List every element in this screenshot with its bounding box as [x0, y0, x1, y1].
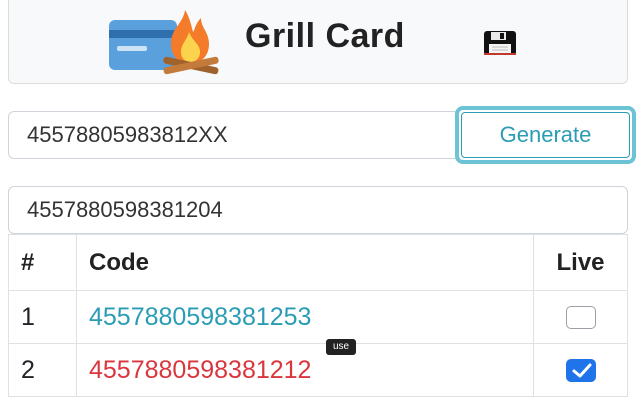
table-header-row: # Code Live	[8, 234, 628, 291]
table-row: 2 4557880598381212	[8, 343, 628, 397]
generated-card-input[interactable]	[8, 186, 628, 234]
header-number: #	[8, 234, 77, 291]
table-row: 1 4557880598381253	[8, 290, 628, 344]
live-checkbox[interactable]	[565, 306, 596, 330]
use-tooltip: use	[326, 339, 357, 355]
header-live: Live	[533, 234, 628, 291]
app-title: Grill Card	[245, 17, 405, 55]
card-code[interactable]: 4557880598381253	[76, 290, 534, 344]
header-code: Code	[76, 234, 534, 291]
row-number: 2	[8, 343, 77, 397]
credit-card-campfire-icon	[109, 10, 219, 75]
checkmark-icon	[572, 363, 591, 378]
floppy-disk-icon[interactable]	[483, 30, 517, 56]
card-code[interactable]: 4557880598381212	[76, 343, 534, 397]
generate-button-label: Generate	[461, 112, 630, 158]
generate-button[interactable]: Generate	[455, 106, 636, 164]
bin-pattern-input[interactable]	[8, 111, 459, 159]
app-header: Grill Card	[8, 0, 628, 84]
row-number: 1	[8, 290, 77, 344]
live-checkbox[interactable]	[565, 359, 596, 383]
codes-table: # Code Live 1 4557880598381253 2 4557880…	[8, 234, 628, 397]
